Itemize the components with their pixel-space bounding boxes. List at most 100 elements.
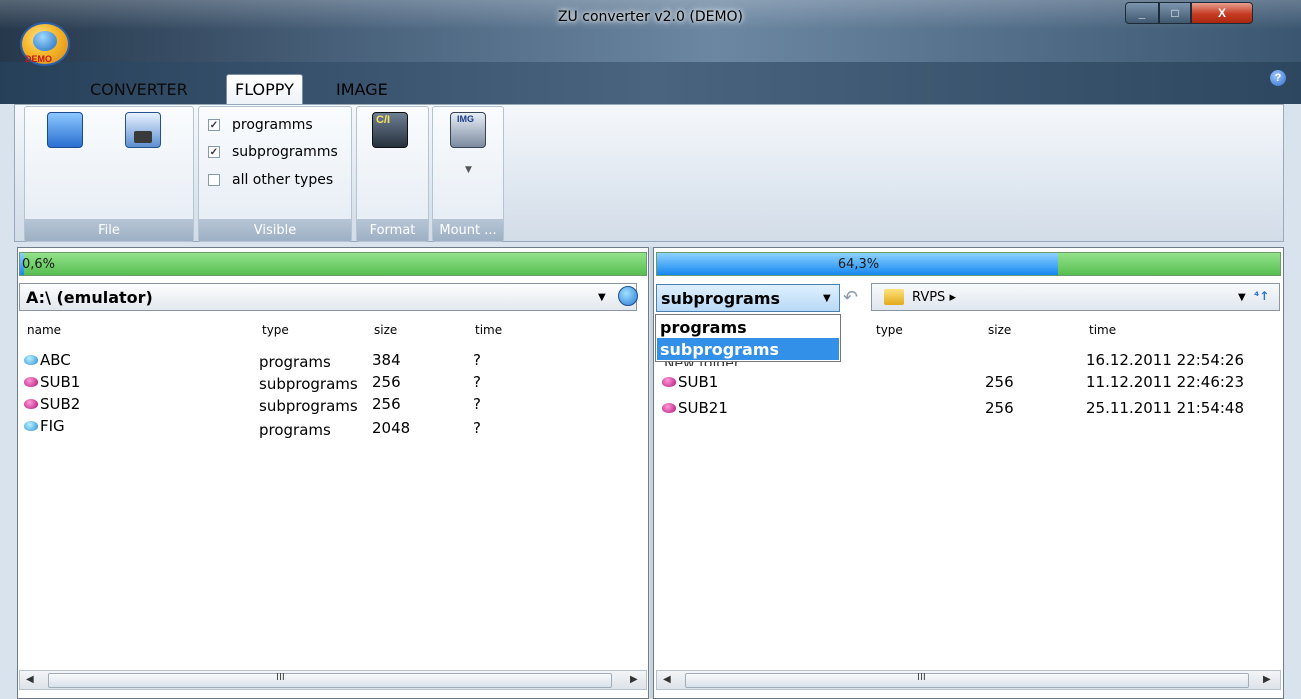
chevron-down-icon[interactable]: ▼ (823, 293, 831, 304)
group-mount-label: Mount ... (433, 219, 503, 241)
table-row[interactable]: SUB21 (662, 397, 728, 419)
table-row[interactable]: SUB1 (24, 371, 80, 393)
right-horizontal-scrollbar[interactable]: ◀ III ▶ (656, 670, 1281, 690)
mount-dropdown-arrow-icon[interactable]: ▼ (465, 165, 472, 175)
file-name: SUB21 (678, 399, 728, 417)
scroll-grip: III (276, 672, 285, 683)
checkbox-box[interactable]: ✓ (208, 146, 220, 158)
file-size: 256 (985, 373, 1014, 391)
file-type: subprograms (259, 397, 358, 415)
scroll-left-icon[interactable]: ◀ (26, 674, 34, 685)
file-name: SUB1 (40, 373, 81, 391)
scroll-right-icon[interactable]: ▶ (1263, 674, 1271, 685)
file-name: SUB1 (678, 373, 719, 391)
column-header-name[interactable]: name (27, 323, 61, 337)
chevron-down-icon[interactable]: ▼ (1238, 292, 1246, 303)
file-time: 25.11.2011 21:54:48 (1086, 399, 1245, 417)
logo-demo-text: DEMO (25, 54, 52, 64)
file-time: ? (473, 351, 481, 369)
file-time: ? (473, 395, 481, 413)
tab-floppy[interactable]: FLOPPY (226, 74, 303, 104)
breadcrumb-item[interactable]: RVPS ▸ (912, 290, 956, 305)
scroll-thumb[interactable] (685, 673, 1249, 688)
checkbox-subprogramms[interactable]: ✓ subprogramms (208, 141, 338, 163)
file-time: ? (473, 373, 481, 391)
file-name: FIG (40, 417, 65, 435)
filter-combo-value: subprograms (661, 288, 781, 308)
dropdown-option-subprograms[interactable]: subprograms (657, 338, 839, 360)
minimize-button[interactable]: _ (1125, 2, 1159, 24)
subprogram-file-icon (662, 403, 676, 413)
program-file-icon (24, 355, 38, 365)
chevron-down-icon[interactable]: ▼ (598, 292, 606, 303)
column-header-size[interactable]: size (374, 323, 397, 337)
app-logo-icon[interactable]: DEMO (20, 22, 70, 66)
checkbox-box[interactable]: ✓ (208, 119, 220, 131)
file-size: 256 (372, 395, 401, 413)
left-file-panel (17, 247, 649, 699)
scroll-right-icon[interactable]: ▶ (630, 674, 638, 685)
right-progress-bar: 64,3% (656, 252, 1281, 276)
window-title: ZU converter v2.0 (DEMO) (557, 9, 744, 25)
left-drive-select[interactable]: A:\ (emulator) ▼ (19, 283, 637, 311)
save-disk-icon[interactable] (125, 112, 161, 148)
checkbox-label: programms (232, 117, 313, 133)
file-time: 11.12.2011 22:46:23 (1086, 373, 1245, 391)
folder-icon (884, 289, 904, 305)
checkbox-box[interactable] (208, 174, 220, 186)
left-horizontal-scrollbar[interactable]: ◀ III ▶ (19, 670, 647, 690)
file-type: programs (259, 421, 331, 439)
file-time: 16.12.2011 22:54:26 (1086, 351, 1245, 369)
refresh-icon[interactable] (618, 286, 638, 306)
table-row[interactable]: FIG (24, 415, 65, 437)
subprogram-file-icon (24, 399, 38, 409)
checkbox-programms[interactable]: ✓ programms (208, 114, 313, 136)
scroll-thumb[interactable] (48, 673, 612, 688)
checkbox-label: all other types (232, 172, 334, 188)
file-size: 384 (372, 351, 401, 369)
subprogram-file-icon (24, 377, 38, 387)
program-file-icon (24, 421, 38, 431)
tab-image[interactable]: IMAGE (328, 74, 396, 104)
open-disk-icon[interactable] (47, 112, 83, 148)
group-format-label: Format (357, 219, 428, 241)
left-progress-bar: 0,6% (19, 252, 647, 276)
help-icon[interactable]: ? (1270, 70, 1286, 86)
mount-image-icon[interactable] (450, 112, 486, 148)
close-button[interactable]: X (1191, 2, 1253, 24)
column-header-size[interactable]: size (988, 323, 1011, 337)
left-progress-text: 0,6% (22, 257, 56, 272)
file-name: SUB2 (40, 395, 81, 413)
filter-dropdown-list: programs subprograms (655, 314, 841, 362)
tab-converter[interactable]: CONVERTER (82, 74, 196, 104)
checkbox-label: subprogramms (232, 144, 338, 160)
filter-combo[interactable]: subprograms ▼ (656, 284, 840, 312)
dropdown-option-programs[interactable]: programs (657, 316, 839, 338)
file-type: subprograms (259, 375, 358, 393)
file-type: programs (259, 353, 331, 371)
maximize-button[interactable]: □ (1159, 2, 1191, 24)
column-header-type[interactable]: type (262, 323, 289, 337)
table-row[interactable]: SUB2 (24, 393, 80, 415)
file-size: 256 (985, 399, 1014, 417)
table-row[interactable]: ABC (24, 349, 71, 371)
file-time: ? (473, 419, 481, 437)
left-drive-value: A:\ (emulator) (26, 287, 153, 307)
file-size: 2048 (372, 419, 411, 437)
right-progress-text: 64,3% (837, 257, 880, 272)
file-size: 256 (372, 373, 401, 391)
column-header-time[interactable]: time (1089, 323, 1116, 337)
table-row[interactable]: SUB1 (662, 371, 718, 393)
group-visible-label: Visible (199, 219, 351, 241)
refresh-icon[interactable]: ⁴↑ (1254, 289, 1269, 303)
format-disk-icon[interactable] (372, 112, 408, 148)
panel-splitter[interactable] (650, 247, 653, 699)
column-header-type[interactable]: type (876, 323, 903, 337)
column-header-time[interactable]: time (475, 323, 502, 337)
group-file-label: File (25, 219, 193, 241)
back-icon[interactable]: ↶ (843, 287, 858, 308)
scroll-left-icon[interactable]: ◀ (663, 674, 671, 685)
checkbox-all-other-types[interactable]: all other types (208, 169, 333, 191)
scroll-grip: III (917, 672, 926, 683)
file-name: ABC (40, 351, 71, 369)
